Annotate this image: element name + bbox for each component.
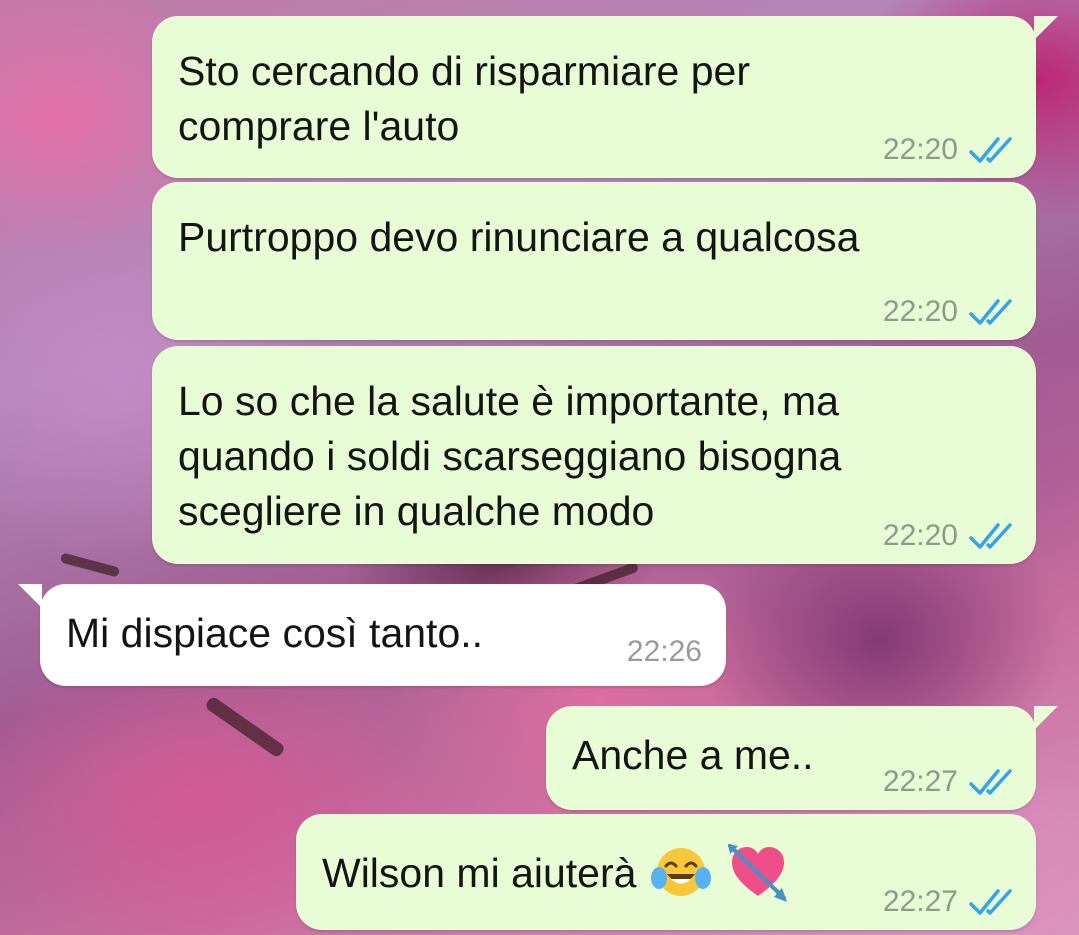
- message-meta: 22:20: [883, 292, 1014, 332]
- bubble-tail: [18, 584, 42, 608]
- bubble-tail: [1034, 706, 1058, 730]
- message-meta: 22:20: [883, 130, 1014, 170]
- double-check-read-icon: [969, 889, 1012, 915]
- double-check-read-icon: [969, 137, 1012, 163]
- message-time: 22:27: [882, 885, 958, 918]
- message-bubble-outgoing[interactable]: Purtroppo devo rinunciare a qualcosa 22:…: [152, 182, 1036, 340]
- message-time: 22:26: [626, 635, 702, 668]
- message-text: Purtroppo devo rinunciare a qualcosa: [178, 214, 860, 260]
- bubble-tail: [1034, 16, 1058, 40]
- message-meta: 22:27: [883, 882, 1014, 922]
- message-time: 22:27: [882, 765, 958, 798]
- message-meta: 22:20: [883, 516, 1014, 556]
- message-text: Lo so che la salute è importante, ma qua…: [178, 378, 842, 534]
- message-text: Anche a me..: [572, 732, 814, 778]
- heart-with-arrow-icon: [728, 844, 788, 902]
- face-with-tears-of-joy-icon: [651, 848, 712, 896]
- message-text: Wilson mi aiuterà: [322, 849, 637, 896]
- double-check-read-icon: [969, 299, 1012, 325]
- double-check-read-icon: [969, 523, 1012, 549]
- message-bubble-outgoing[interactable]: Anche a me.. 22:27: [546, 706, 1058, 810]
- message-text: Sto cercando di risparmiare per comprare…: [178, 48, 750, 149]
- message-bubble-outgoing[interactable]: Lo so che la salute è importante, ma qua…: [152, 346, 1036, 564]
- message-time: 22:20: [882, 133, 958, 166]
- message-meta: 22:27: [883, 762, 1014, 802]
- message-bubble-outgoing[interactable]: Sto cercando di risparmiare per comprare…: [152, 16, 1058, 178]
- message-bubble-incoming[interactable]: Mi dispiace così tanto.. 22:26: [18, 584, 726, 686]
- message-bubble-outgoing[interactable]: Wilson mi aiuterà 22:27: [296, 814, 1036, 930]
- message-meta: 22:26: [627, 632, 702, 672]
- message-time: 22:20: [882, 519, 958, 552]
- double-check-read-icon: [969, 769, 1012, 795]
- message-time: 22:20: [882, 295, 958, 328]
- message-text: Mi dispiace così tanto..: [66, 610, 484, 656]
- message-text-row: Wilson mi aiuterà: [322, 842, 790, 904]
